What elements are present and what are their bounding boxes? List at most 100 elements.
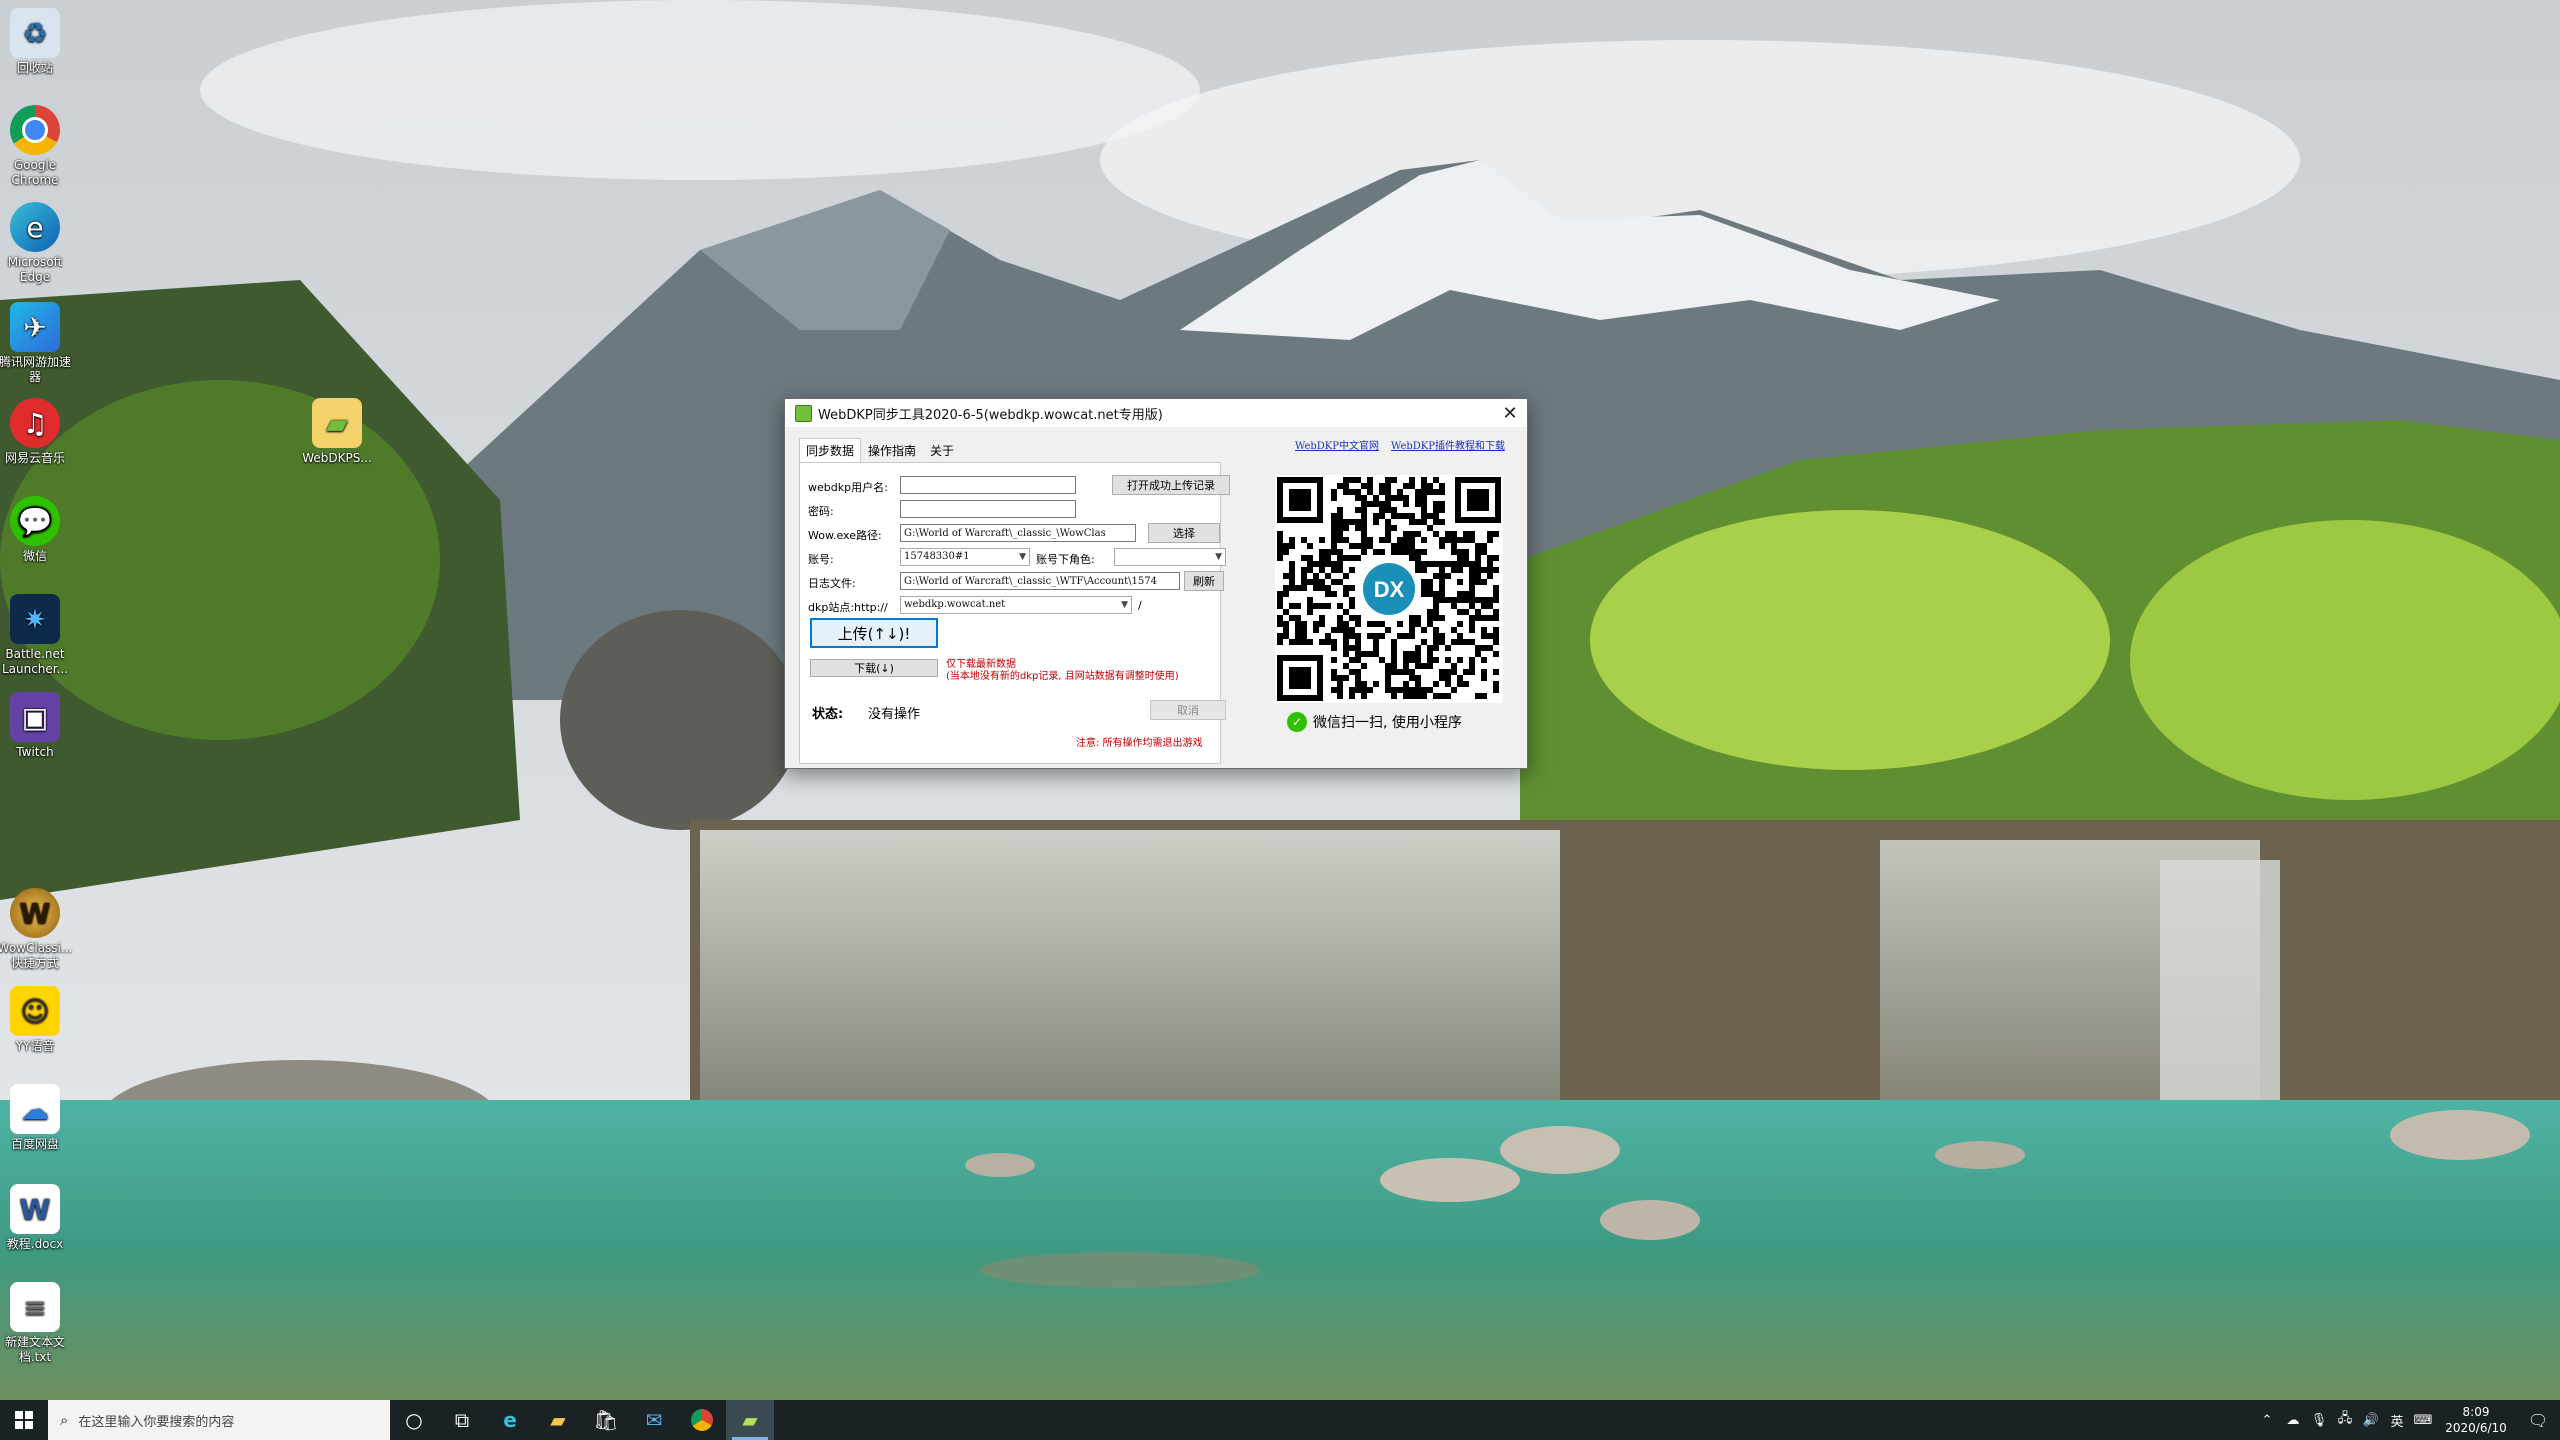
qr-module <box>1421 537 1427 543</box>
open-upload-log-button[interactable]: 打开成功上传记录 <box>1112 475 1230 495</box>
qr-module <box>1385 477 1391 483</box>
qr-module <box>1343 477 1349 483</box>
username-input[interactable] <box>900 476 1076 494</box>
qr-module <box>1349 597 1355 603</box>
download-button[interactable]: 下载(↓) <box>810 659 938 677</box>
qr-finder-top-right <box>1455 477 1501 523</box>
qr-module <box>1289 639 1295 645</box>
qr-module <box>1421 687 1427 693</box>
password-input[interactable] <box>900 500 1076 518</box>
desktop-icon-baidu-netdisk[interactable]: ☁ 百度网盘 <box>0 1084 74 1152</box>
qr-module <box>1475 645 1481 651</box>
qr-module <box>1289 585 1295 591</box>
qr-module <box>1421 663 1427 669</box>
character-select[interactable]: ▼ <box>1114 548 1226 566</box>
desktop-icon-wechat[interactable]: 💬 微信 <box>0 496 74 564</box>
desktop-icon-battlenet[interactable]: ✷ Battle.net Launcher... <box>0 594 74 677</box>
microphone-icon[interactable]: 🎙 <box>2306 1400 2332 1440</box>
log-file-input[interactable]: G:\World of Warcraft\_classic_\WTF\Accou… <box>900 572 1180 590</box>
qr-module <box>1361 507 1367 513</box>
desktop-icon-yy[interactable]: ☺ YY语音 <box>0 986 74 1054</box>
cortana-icon[interactable]: ○ <box>390 1400 438 1440</box>
qr-module <box>1433 501 1439 507</box>
notification-icon[interactable]: 🗨 <box>2516 1400 2560 1440</box>
cancel-button[interactable]: 取消 <box>1150 700 1226 720</box>
qr-module <box>1367 651 1373 657</box>
qr-module <box>1295 603 1301 609</box>
window-titlebar[interactable]: WebDKP同步工具2020-6-5(webdkp.wowcat.net专用版)… <box>785 399 1527 427</box>
volume-icon[interactable]: 🔊 <box>2358 1400 2384 1440</box>
network-icon[interactable]: 🖧 <box>2332 1400 2358 1440</box>
keyboard-icon[interactable]: ⌨ <box>2410 1400 2436 1440</box>
clock[interactable]: 8:09 2020/6/10 <box>2436 1404 2516 1436</box>
qr-module <box>1457 621 1463 627</box>
qr-module <box>1493 555 1499 561</box>
qr-module <box>1445 669 1451 675</box>
qr-module <box>1277 633 1283 639</box>
qr-module <box>1343 675 1349 681</box>
qr-module <box>1397 669 1403 675</box>
mail-icon[interactable]: ✉ <box>630 1400 678 1440</box>
dkp-site-select[interactable]: webdkp.wowcat.net ▼ <box>900 596 1132 614</box>
qr-module <box>1469 531 1475 537</box>
qr-module <box>1385 507 1391 513</box>
qr-module <box>1469 585 1475 591</box>
qr-module <box>1415 501 1421 507</box>
webdkp-official-link[interactable]: WebDKP中文官网 <box>1295 437 1379 452</box>
qr-module <box>1409 651 1415 657</box>
refresh-button[interactable]: 刷新 <box>1184 571 1224 591</box>
desktop-icon-netease-music[interactable]: ♫ 网易云音乐 <box>0 398 74 466</box>
desktop-icon-word-doc[interactable]: W 教程.docx <box>0 1184 74 1252</box>
close-icon[interactable]: ✕ <box>1493 399 1527 427</box>
desktop-icon-chrome[interactable]: Google Chrome <box>0 105 74 188</box>
qr-module <box>1343 537 1349 543</box>
tab-sync-data[interactable]: 同步数据 <box>799 438 862 463</box>
qr-module <box>1337 537 1343 543</box>
qr-module <box>1385 669 1391 675</box>
qr-module <box>1331 537 1337 543</box>
account-select[interactable]: 15748330#1 ▼ <box>900 548 1030 566</box>
qr-module <box>1391 687 1397 693</box>
desktop-icon-edge[interactable]: e Microsoft Edge <box>0 202 74 285</box>
qr-module <box>1481 615 1487 621</box>
taskbar-webdkp-icon[interactable]: ▰ <box>726 1400 774 1440</box>
ime-indicator[interactable]: 英 <box>2384 1400 2410 1440</box>
desktop-icon-tencent-accelerator[interactable]: ✈ 腾讯网游加速器 <box>0 302 74 385</box>
desktop-icon-twitch[interactable]: ▣ Twitch <box>0 692 74 760</box>
chevron-down-icon: ▼ <box>1019 552 1026 562</box>
qr-module <box>1355 615 1361 621</box>
qr-module <box>1403 657 1409 663</box>
wow-path-input[interactable]: G:\World of Warcraft\_classic_\WowClas <box>900 524 1136 542</box>
desktop-icon-wow[interactable]: W WowClassi... 快捷方式 <box>0 888 74 971</box>
qr-module <box>1367 483 1373 489</box>
taskbar-chrome-icon[interactable] <box>678 1400 726 1440</box>
qr-module <box>1469 657 1475 663</box>
taskbar-edge-icon[interactable]: e <box>486 1400 534 1440</box>
qr-module <box>1421 507 1427 513</box>
qr-module <box>1493 651 1499 657</box>
webdkp-plugin-link[interactable]: WebDKP插件教程和下载 <box>1391 437 1505 452</box>
tab-about[interactable]: 关于 <box>923 438 961 463</box>
qr-module <box>1493 597 1499 603</box>
file-explorer-icon[interactable]: ▰ <box>534 1400 582 1440</box>
tencent-accelerator-icon: ✈ <box>10 302 60 352</box>
qr-module <box>1475 573 1481 579</box>
taskbar-search-box[interactable]: ⌕ 在这里输入你要搜索的内容 <box>48 1400 390 1440</box>
cloud-icon[interactable]: ☁ <box>2280 1400 2306 1440</box>
start-button[interactable] <box>0 1400 48 1440</box>
desktop-icon-webdkp-folder[interactable]: ▰ WebDKPS... <box>298 398 376 466</box>
tab-strip: 同步数据 操作指南 关于 <box>799 438 961 463</box>
store-icon[interactable]: 🛍 <box>582 1400 630 1440</box>
qr-module <box>1433 681 1439 687</box>
qr-module <box>1349 645 1355 651</box>
desktop-icon-recycle-bin[interactable]: ♻ 回收站 <box>0 8 74 76</box>
upload-button[interactable]: 上传(↑↓)! <box>810 618 938 648</box>
desktop-icon-text-file[interactable]: ≡ 新建文本文档.txt <box>0 1282 74 1365</box>
qr-module <box>1427 483 1433 489</box>
qr-module <box>1343 489 1349 495</box>
tab-guide[interactable]: 操作指南 <box>861 438 923 463</box>
qr-module <box>1451 639 1457 645</box>
choose-path-button[interactable]: 选择 <box>1148 523 1220 543</box>
task-view-icon[interactable]: ⧉ <box>438 1400 486 1440</box>
chevron-up-icon[interactable]: ⌃ <box>2254 1400 2280 1440</box>
